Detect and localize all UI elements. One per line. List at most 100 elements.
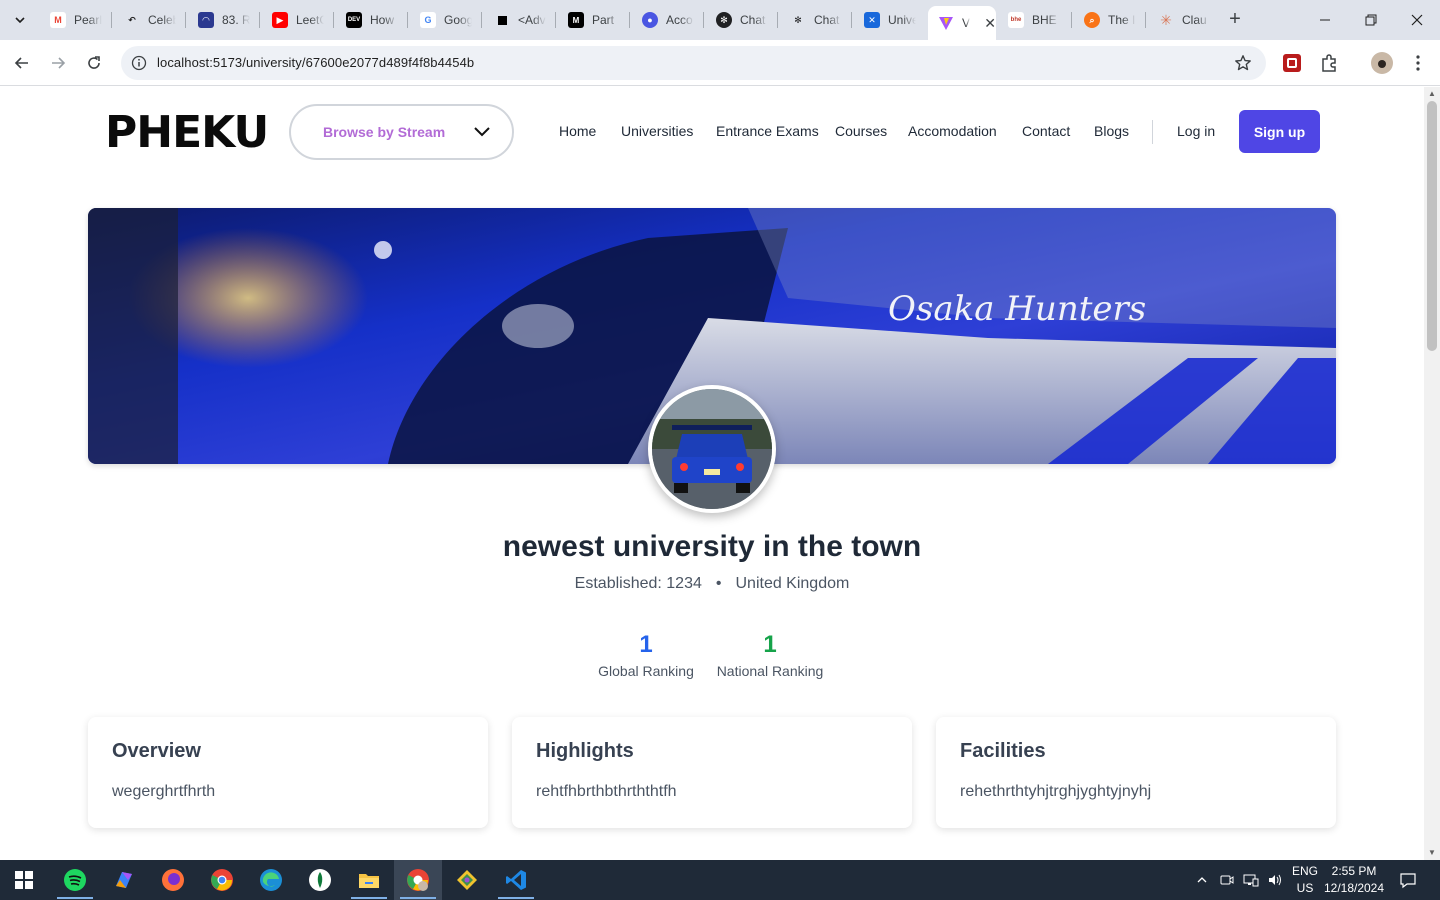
url-text[interactable]: localhost:5173/university/67600e2077d489… <box>157 55 474 70</box>
facilities-body: rehethrthtyhjtrghjyghtyjnyhj <box>960 783 1152 800</box>
git-client-icon <box>457 870 477 890</box>
volume-icon[interactable] <box>1263 860 1287 900</box>
tray-overflow-icon[interactable] <box>1190 860 1214 900</box>
profile-avatar[interactable] <box>1371 52 1393 74</box>
scroll-down-icon[interactable]: ▼ <box>1427 848 1437 858</box>
extension-red-icon[interactable] <box>1281 52 1303 74</box>
git-app[interactable] <box>443 860 491 900</box>
address-bar[interactable]: localhost:5173/university/67600e2077d489… <box>121 46 1266 80</box>
tab-6[interactable]: <Adv <box>484 6 556 34</box>
mongodb-icon <box>309 869 331 891</box>
tab-13[interactable]: bhe BHE <box>998 6 1070 34</box>
more-menu-icon[interactable] <box>1407 52 1429 74</box>
scroll-thumb[interactable] <box>1427 101 1437 351</box>
youtube-icon: ▶ <box>272 12 288 28</box>
tab-10[interactable]: ✻ Chat <box>780 6 852 34</box>
start-button[interactable] <box>0 860 48 900</box>
leetcode-icon: ◠ <box>198 12 214 28</box>
nav-home[interactable]: Home <box>559 123 596 139</box>
national-ranking-label: National Ranking <box>716 663 824 679</box>
site-info-icon[interactable] <box>129 53 149 73</box>
browse-by-stream-dropdown[interactable]: Browse by Stream <box>289 104 514 160</box>
tab-14[interactable]: ⌕ The I <box>1074 6 1146 34</box>
chrome-app[interactable] <box>198 860 246 900</box>
restore-button[interactable] <box>1348 0 1394 40</box>
firefox-app[interactable] <box>149 860 197 900</box>
login-link[interactable]: Log in <box>1177 123 1215 139</box>
highlights-card: Highlights rehtfhbrthbthrththtfh <box>512 717 912 828</box>
language-indicator[interactable]: ENG US <box>1288 863 1322 897</box>
arrow-left-icon <box>14 57 28 69</box>
tab-8[interactable]: ● Acco <box>632 6 704 34</box>
reload-button[interactable] <box>82 51 106 75</box>
windows-taskbar: ENG US 2:55 PM 12/18/2024 <box>0 860 1440 900</box>
meet-now-icon[interactable] <box>1215 860 1239 900</box>
tab-2[interactable]: ◠ 83. R <box>188 6 260 34</box>
tab-0[interactable]: M Pearl <box>40 6 112 34</box>
established-text: Established: 1234 <box>574 575 702 592</box>
account-icon: ● <box>642 12 658 28</box>
close-window-button[interactable] <box>1394 0 1440 40</box>
nav-divider <box>1152 120 1153 144</box>
page-content: PHEKU Browse by Stream Home Universities… <box>0 87 1424 860</box>
minimize-button[interactable] <box>1302 0 1348 40</box>
dev-icon: DEV <box>346 12 362 28</box>
notifications-icon[interactable] <box>1394 860 1422 900</box>
tab-1[interactable]: ↶Celeb <box>114 6 186 34</box>
university-meta: Established: 1234 • United Kingdom <box>0 575 1424 593</box>
browse-by-stream-label: Browse by Stream <box>323 124 446 140</box>
clock[interactable]: 2:55 PM 12/18/2024 <box>1322 863 1386 897</box>
bookmark-star-icon[interactable] <box>1234 54 1252 72</box>
facilities-title: Facilities <box>960 740 1046 762</box>
signup-button[interactable]: Sign up <box>1239 110 1320 153</box>
close-tab-icon[interactable]: ✕ <box>984 15 996 32</box>
forward-button[interactable] <box>46 51 70 75</box>
medium-icon: M <box>568 12 584 28</box>
chatgpt-icon: ✻ <box>794 14 802 25</box>
tab-7[interactable]: M Part <box>558 6 630 34</box>
network-icon[interactable] <box>1239 860 1263 900</box>
file-explorer-app[interactable] <box>345 860 393 900</box>
tab-11[interactable]: ✕ Unive <box>854 6 926 34</box>
nav-accomodation[interactable]: Accomodation <box>908 123 997 139</box>
celeb-icon: ↶ <box>128 14 136 25</box>
university-logo-avatar <box>648 385 776 513</box>
mongodb-app[interactable] <box>296 860 344 900</box>
confluence-icon: ✕ <box>864 12 880 28</box>
spotify-app[interactable] <box>51 860 99 900</box>
scroll-up-icon[interactable]: ▲ <box>1427 89 1437 99</box>
tab-15[interactable]: ✳ Clau <box>1148 6 1220 34</box>
nav-contact[interactable]: Contact <box>1022 123 1070 139</box>
copilot-app[interactable] <box>100 860 148 900</box>
tab-search-button[interactable] <box>8 8 32 32</box>
tab-9[interactable]: ✻ Chat <box>706 6 778 34</box>
edge-app[interactable] <box>247 860 295 900</box>
nav-universities[interactable]: Universities <box>621 123 693 139</box>
chrome-profile-app[interactable] <box>394 860 442 900</box>
global-ranking-value: 1 <box>639 631 653 658</box>
nav-entrance-exams[interactable]: Entrance Exams <box>716 123 819 139</box>
back-button[interactable] <box>10 51 34 75</box>
tab-5[interactable]: G Goog <box>410 6 482 34</box>
copilot-icon <box>116 872 132 888</box>
tab-4[interactable]: DEV How <box>336 6 408 34</box>
search-orange-icon: ⌕ <box>1084 12 1100 28</box>
vscode-app[interactable] <box>492 860 540 900</box>
page-scrollbar[interactable]: ▲ ▼ <box>1424 87 1440 860</box>
chevron-down-icon <box>474 127 490 137</box>
tab-3[interactable]: ▶ LeetC <box>262 6 334 34</box>
site-logo[interactable]: PHEKU <box>105 107 269 158</box>
close-icon <box>1411 14 1423 26</box>
chatgpt-icon: ✻ <box>716 12 732 28</box>
nav-blogs[interactable]: Blogs <box>1094 123 1129 139</box>
square-icon <box>494 12 510 28</box>
facilities-card: Facilities rehethrthtyhjtrghjyghtyjnyhj <box>936 717 1336 828</box>
tab-12-active[interactable]: V ✕ <box>928 6 996 40</box>
nav-courses[interactable]: Courses <box>835 123 887 139</box>
firefox-icon <box>162 869 184 891</box>
reload-icon <box>88 56 100 69</box>
extensions-puzzle-icon[interactable] <box>1318 52 1340 74</box>
new-tab-button[interactable]: + <box>1224 9 1246 31</box>
global-ranking-stat: 1 Global Ranking <box>586 631 706 679</box>
restore-icon <box>1365 14 1377 26</box>
